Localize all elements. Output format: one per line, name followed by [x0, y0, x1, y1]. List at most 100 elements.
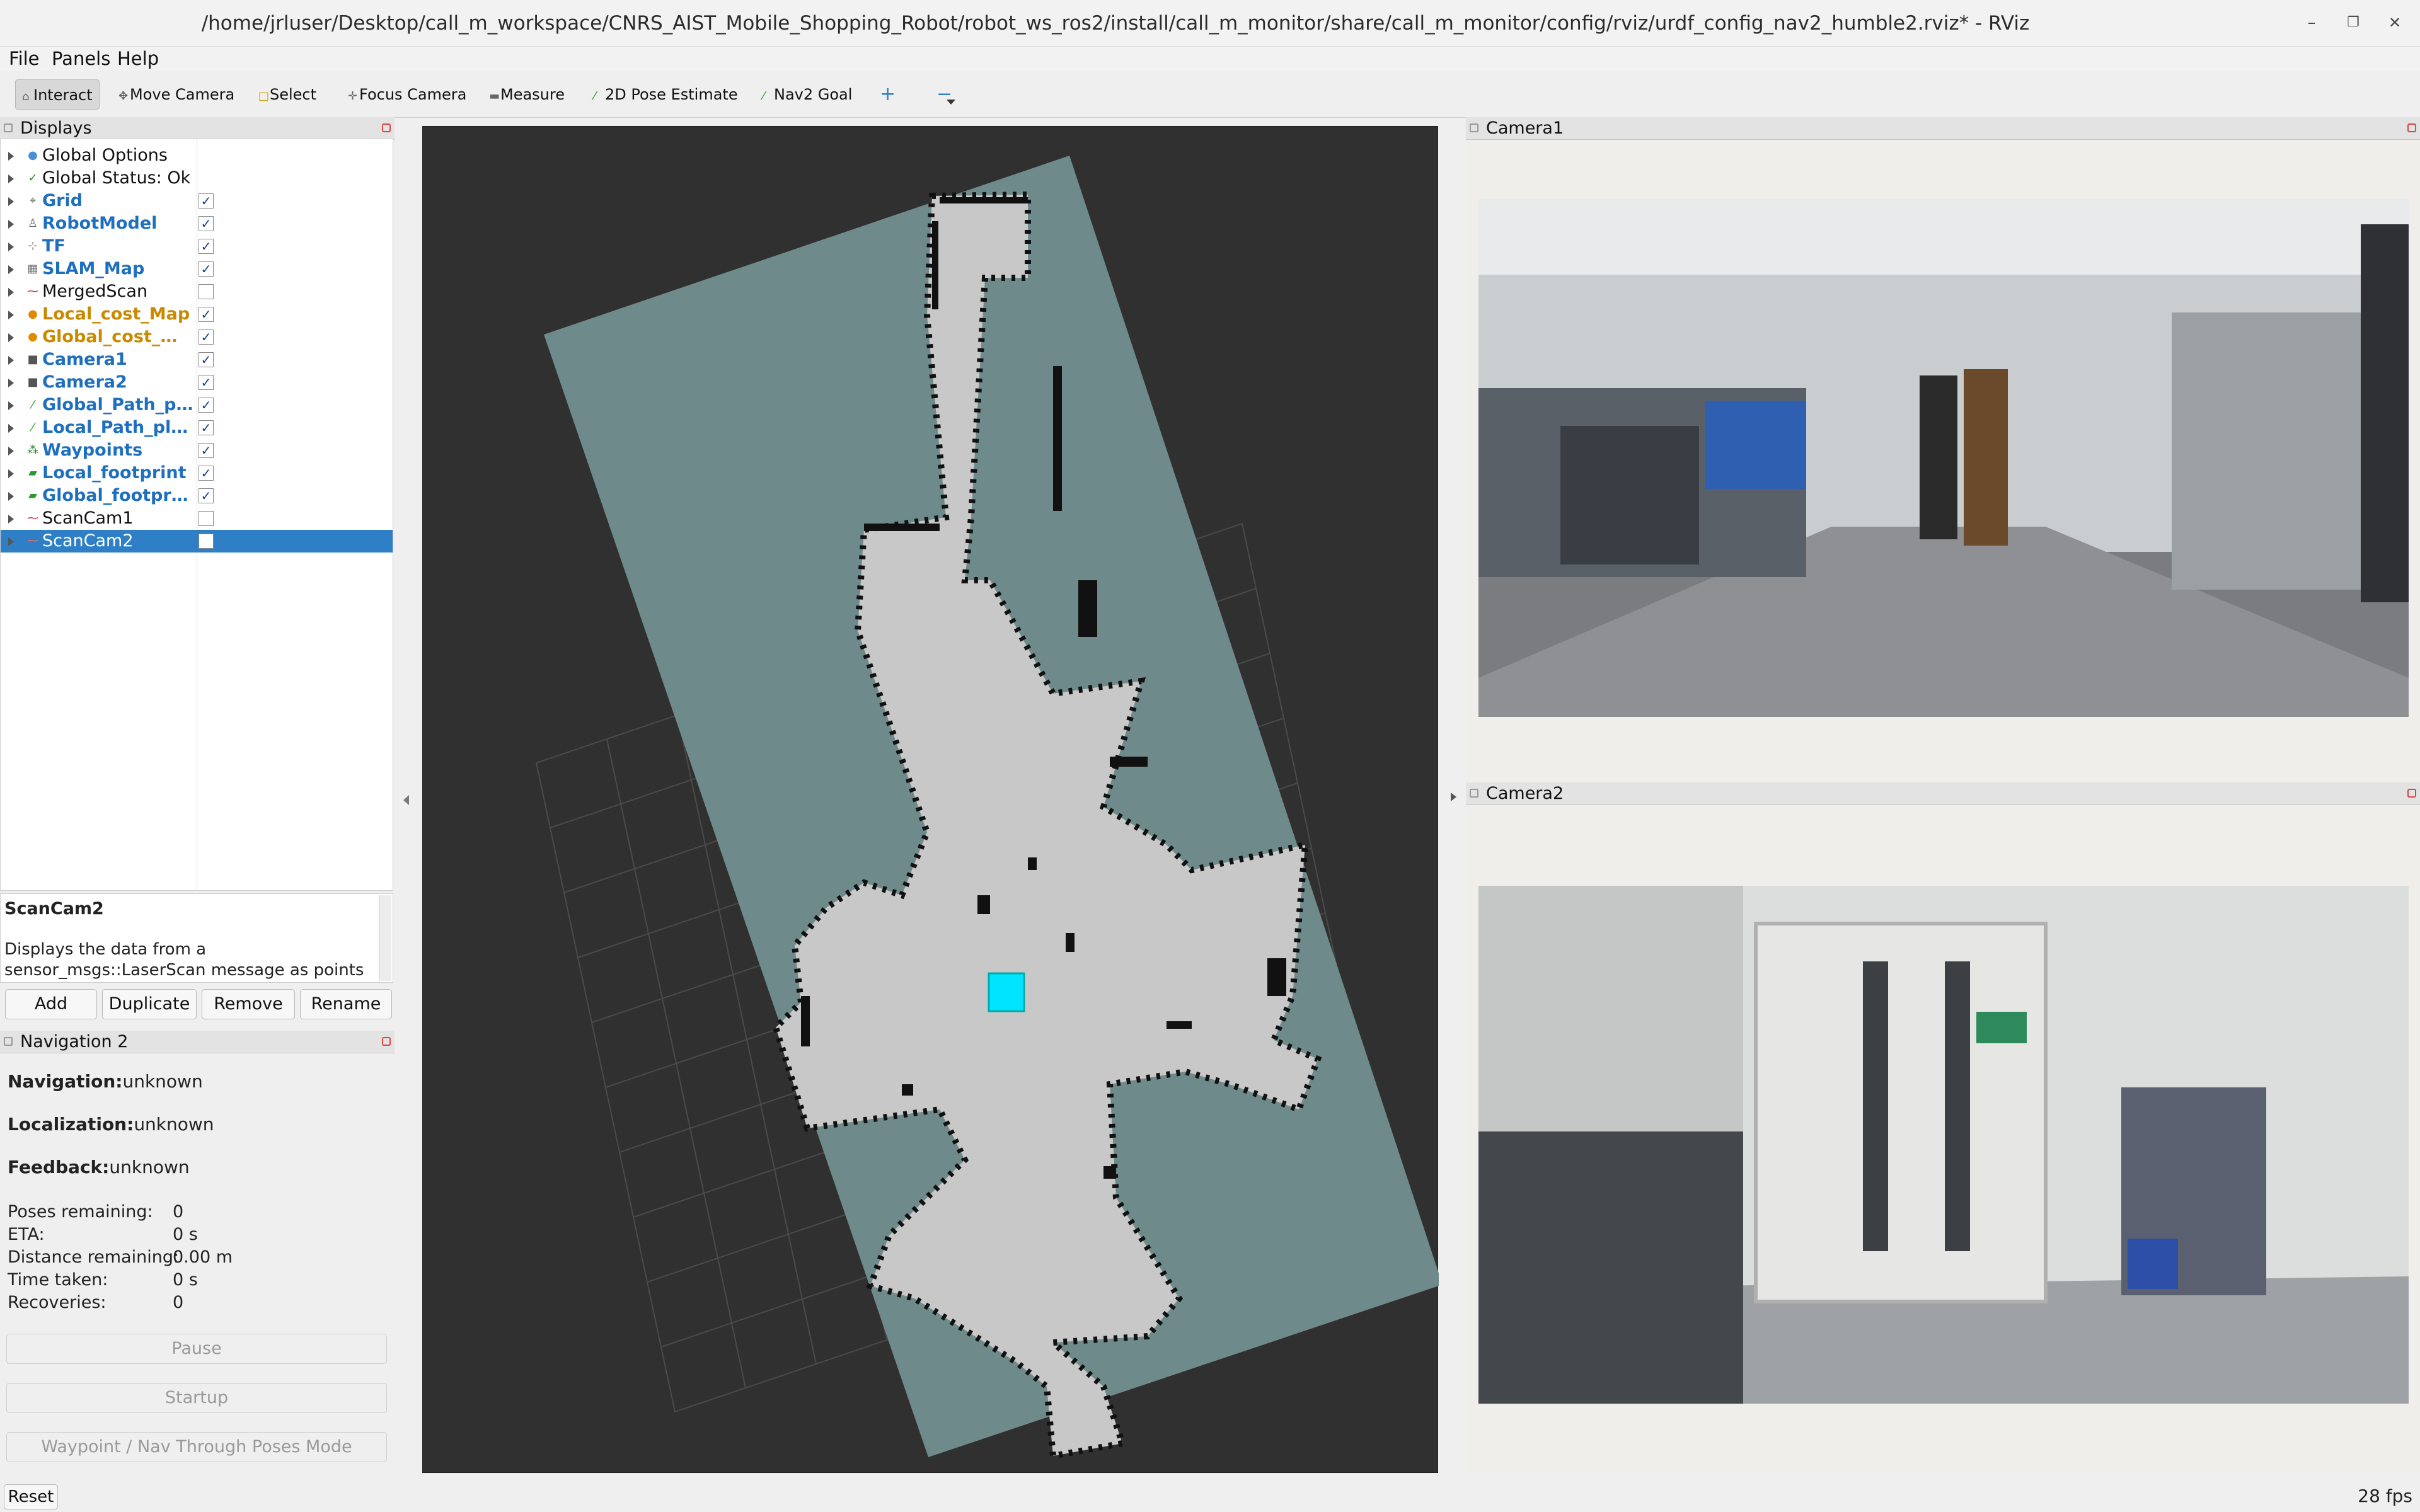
enable-checkbox[interactable]: ✓ — [199, 488, 214, 503]
rename-display-button[interactable]: Rename — [300, 989, 392, 1019]
pose-estimate-tool[interactable]: ⁄ 2D Pose Estimate — [587, 79, 744, 110]
startup-button[interactable]: Startup — [6, 1383, 387, 1413]
expand-arrow-icon[interactable] — [8, 537, 14, 546]
expand-arrow-icon[interactable] — [8, 401, 14, 410]
add-tool-button[interactable]: + — [873, 79, 902, 110]
display-item-camera1[interactable]: ■ Camera1 ✓ — [1, 348, 393, 371]
expand-arrow-icon[interactable] — [8, 333, 14, 342]
enable-checkbox[interactable]: ✓ — [199, 443, 214, 458]
display-item-global-footprint[interactable]: ▰ Global_footprint ✓ — [1, 484, 393, 507]
display-item-label: Waypoints — [42, 440, 143, 460]
close-panel-icon[interactable] — [382, 1037, 391, 1046]
robot-footprint — [988, 972, 1025, 1012]
dock-grip-icon[interactable] — [4, 1037, 13, 1046]
enable-checkbox[interactable]: ✓ — [199, 329, 214, 345]
expand-arrow-icon[interactable] — [8, 492, 14, 501]
display-item-label: Camera1 — [42, 350, 127, 369]
expand-arrow-icon[interactable] — [8, 197, 14, 206]
display-item-slam-map[interactable]: ▦ SLAM_Map ✓ — [1, 258, 393, 280]
expand-arrow-icon[interactable] — [8, 447, 14, 455]
dock-grip-icon[interactable] — [1470, 123, 1478, 132]
enable-checkbox[interactable] — [199, 534, 214, 549]
expand-arrow-icon[interactable] — [8, 515, 14, 524]
enable-checkbox[interactable]: ✓ — [199, 307, 214, 322]
collapse-panel-arrow-icon[interactable] — [403, 795, 409, 805]
remove-tool-button[interactable]: − — [930, 79, 959, 110]
select-tool[interactable]: □Select — [252, 79, 323, 110]
close-panel-icon[interactable] — [2407, 789, 2416, 798]
display-item-global-cost-map[interactable]: ● Global_cost_Map ✓ — [1, 326, 393, 348]
dock-grip-icon[interactable] — [1470, 789, 1478, 798]
expand-arrow-icon[interactable] — [1451, 793, 1456, 801]
waypoint-mode-button[interactable]: Waypoint / Nav Through Poses Mode — [6, 1432, 387, 1462]
render-viewport[interactable] — [422, 126, 1439, 1473]
display-item-local-cost-map[interactable]: ● Local_cost_Map ✓ — [1, 303, 393, 326]
close-panel-icon[interactable] — [382, 123, 391, 132]
display-item-local-footprint[interactable]: ▰ Local_footprint ✓ — [1, 462, 393, 484]
minimize-icon[interactable]: – — [2300, 11, 2323, 34]
menu-help[interactable]: Help — [117, 47, 159, 71]
display-item-camera2[interactable]: ■ Camera2 ✓ — [1, 371, 393, 394]
enable-checkbox[interactable]: ✓ — [199, 239, 214, 254]
enable-checkbox[interactable]: ✓ — [199, 398, 214, 413]
localization-label: Localization: — [8, 1114, 134, 1135]
close-icon[interactable]: ✕ — [2383, 11, 2406, 34]
reset-button[interactable]: Reset — [4, 1484, 58, 1509]
enable-checkbox[interactable]: ✓ — [199, 261, 214, 277]
enable-checkbox[interactable]: ✓ — [199, 466, 214, 481]
focus-camera-tool[interactable]: ✛ Focus Camera — [342, 79, 473, 110]
measure-tool[interactable]: ▬Measure — [483, 79, 571, 110]
expand-arrow-icon[interactable] — [8, 469, 14, 478]
enable-checkbox[interactable] — [199, 511, 214, 526]
display-item-waypoints[interactable]: ⁂ Waypoints ✓ — [1, 439, 393, 462]
enable-checkbox[interactable]: ✓ — [199, 375, 214, 390]
displays-tree[interactable]: ● Global Options ✓ Global Status: Ok ⌖ Grid ✓ ♙… — [0, 139, 393, 891]
display-item-mergedscan[interactable]: ⁓ MergedScan — [1, 280, 393, 303]
display-item-local-path-pla[interactable]: ⁄ Local_Path_pla... ✓ — [1, 416, 393, 439]
move-camera-tool[interactable]: ✥ Move Camera — [112, 79, 241, 110]
display-item-robotmodel[interactable]: ♙ RobotModel ✓ — [1, 212, 393, 235]
expand-arrow-icon[interactable] — [8, 356, 14, 365]
display-item-global-status-ok[interactable]: ✓ Global Status: Ok — [1, 167, 393, 190]
menu-file[interactable]: File — [9, 47, 40, 71]
tool-dropdown-icon[interactable] — [947, 100, 955, 105]
expand-arrow-icon[interactable] — [8, 379, 14, 387]
camera-icon: ■ — [27, 375, 38, 389]
expand-arrow-icon[interactable] — [8, 243, 14, 251]
menu-panels[interactable]: Panels — [52, 47, 110, 71]
enable-checkbox[interactable]: ✓ — [199, 193, 214, 209]
description-scrollbar[interactable] — [379, 895, 391, 981]
display-item-global-options[interactable]: ● Global Options — [1, 144, 393, 167]
display-item-global-path-pl[interactable]: ⁄ Global_Path_pl... ✓ — [1, 394, 393, 416]
maximize-icon[interactable]: ❐ — [2342, 11, 2365, 34]
remove-display-button[interactable]: Remove — [202, 989, 295, 1019]
close-panel-icon[interactable] — [2407, 123, 2416, 132]
waypoints-icon: ⁂ — [27, 444, 38, 457]
nav2-title: Navigation 2 — [20, 1032, 129, 1051]
expand-arrow-icon[interactable] — [8, 288, 14, 297]
path-icon: ⁄ — [32, 421, 34, 434]
display-item-tf[interactable]: ⊹ TF ✓ — [1, 235, 393, 258]
display-item-grid[interactable]: ⌖ Grid ✓ — [1, 190, 393, 212]
enable-checkbox[interactable] — [199, 284, 214, 299]
enable-checkbox[interactable]: ✓ — [199, 216, 214, 231]
expand-arrow-icon[interactable] — [8, 175, 14, 183]
goal-arrow-icon: ⁄ — [763, 89, 765, 103]
expand-arrow-icon[interactable] — [8, 265, 14, 274]
nav2-goal-tool[interactable]: ⁄ Nav2 Goal — [756, 79, 858, 110]
enable-checkbox[interactable]: ✓ — [199, 352, 214, 367]
pause-button[interactable]: Pause — [6, 1334, 387, 1364]
expand-arrow-icon[interactable] — [8, 424, 14, 433]
expand-arrow-icon[interactable] — [8, 311, 14, 319]
display-item-scancam2[interactable]: ⁓ ScanCam2 — [1, 530, 393, 553]
expand-arrow-icon[interactable] — [8, 152, 14, 161]
stat-label: Poses remaining: — [8, 1202, 153, 1222]
dock-grip-icon[interactable] — [4, 123, 13, 132]
interact-tool[interactable]: ⌂ Interact — [15, 79, 100, 110]
add-display-button[interactable]: Add — [5, 989, 97, 1019]
display-item-scancam1[interactable]: ⁓ ScanCam1 — [1, 507, 393, 530]
interact-label: Interact — [33, 86, 93, 104]
expand-arrow-icon[interactable] — [8, 220, 14, 229]
enable-checkbox[interactable]: ✓ — [199, 420, 214, 435]
duplicate-display-button[interactable]: Duplicate — [102, 989, 197, 1019]
